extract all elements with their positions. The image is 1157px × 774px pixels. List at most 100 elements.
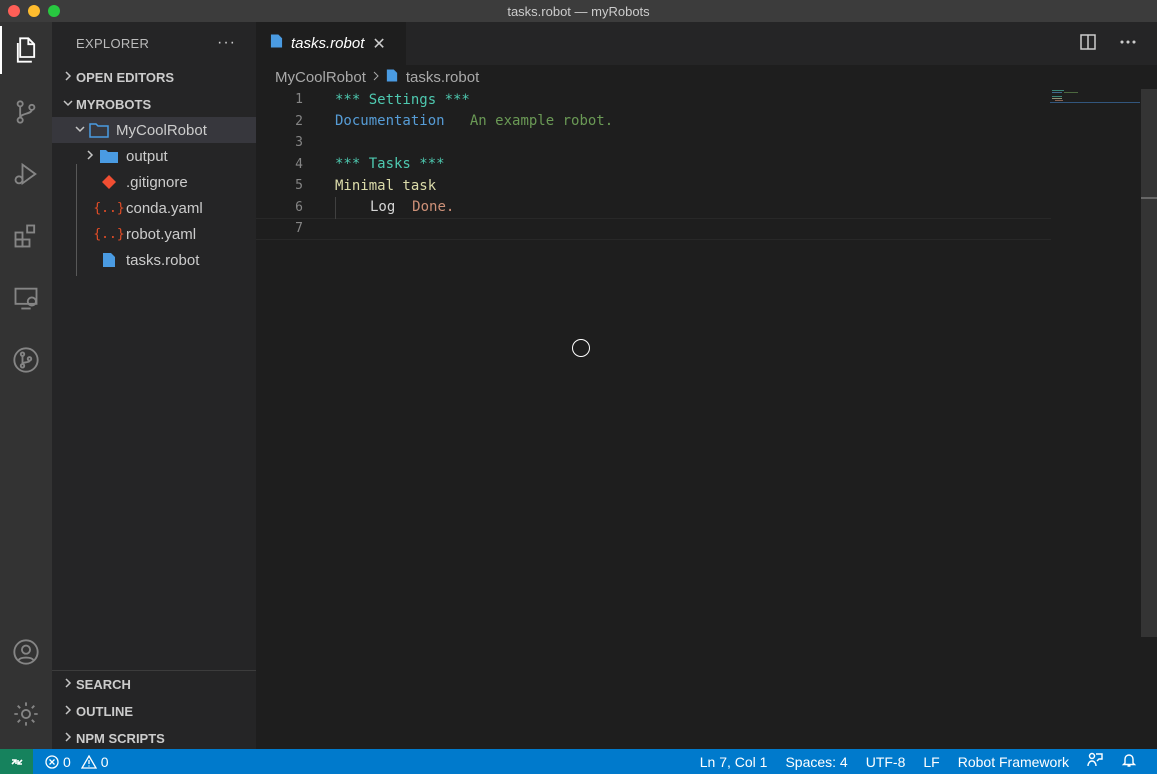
settings-gear-icon[interactable] — [0, 690, 52, 738]
indentation[interactable]: Spaces: 4 — [785, 754, 847, 770]
tree-file-conda-yaml[interactable]: {..} conda.yaml — [52, 195, 256, 221]
scrollbar-cursor-marker — [1141, 197, 1157, 199]
files-icon[interactable] — [0, 26, 52, 74]
window-controls — [8, 5, 60, 17]
explorer-title: EXPLORER — [76, 35, 150, 51]
open-editors-label: OPEN EDITORS — [76, 69, 175, 85]
tree-item-label: MyCoolRobot — [116, 121, 207, 139]
minimap[interactable] — [1050, 89, 1140, 109]
folder-icon — [98, 148, 120, 164]
line-text: Log Done. — [370, 199, 454, 215]
code-line: 4 *** Tasks *** — [256, 154, 1051, 176]
feedback-icon[interactable] — [1087, 752, 1103, 771]
tree-item-label: output — [126, 147, 168, 165]
line-text: Minimal task — [335, 177, 437, 194]
line-number: 7 — [295, 221, 303, 237]
encoding[interactable]: UTF-8 — [866, 754, 906, 770]
git-graph-icon[interactable] — [0, 336, 52, 384]
cursor-position[interactable]: Ln 7, Col 1 — [700, 754, 768, 770]
git-file-icon — [98, 174, 120, 190]
tree-file-robot-yaml[interactable]: {..} robot.yaml — [52, 221, 256, 247]
language-mode[interactable]: Robot Framework — [958, 754, 1069, 770]
tree-folder-output[interactable]: output — [52, 143, 256, 169]
error-count: 0 — [63, 753, 71, 770]
search-section-label: SEARCH — [76, 676, 131, 692]
code-line-current: 7 — [256, 218, 1051, 240]
explorer-header: EXPLORER ··· — [52, 22, 256, 64]
chevron-right-icon — [60, 70, 76, 84]
line-text: *** Tasks *** — [335, 156, 445, 173]
title-bar: tasks.robot — myRobots — [0, 0, 1157, 22]
outline-section-label: OUTLINE — [76, 703, 134, 719]
status-right-items: Ln 7, Col 1 Spaces: 4 UTF-8 LF Robot Fra… — [700, 749, 1137, 774]
outline-section[interactable]: OUTLINE — [52, 698, 256, 724]
line-number: 3 — [295, 135, 303, 151]
remote-indicator[interactable] — [0, 749, 33, 774]
breadcrumb-file[interactable]: tasks.robot — [406, 69, 479, 86]
more-actions-icon[interactable] — [1119, 33, 1137, 56]
line-text: Documentation An example robot. — [335, 113, 613, 129]
chevron-right-icon — [82, 149, 98, 163]
tree-item-label: .gitignore — [126, 173, 188, 191]
code-line: 5 Minimal task — [256, 175, 1051, 197]
line-number: 1 — [295, 92, 303, 108]
line-text: *** Settings *** — [335, 91, 470, 108]
window-title: tasks.robot — myRobots — [507, 3, 650, 19]
code-line: 2 Documentation An example robot. — [256, 111, 1051, 133]
tab-label: tasks.robot — [291, 35, 365, 52]
warning-count: 0 — [100, 753, 109, 770]
more-actions-icon[interactable]: ··· — [217, 34, 236, 52]
error-icon — [45, 754, 59, 769]
close-window-button[interactable] — [8, 5, 20, 17]
status-bar: 0 0 Ln 7, Col 1 Spaces: 4 UTF-8 LF Robot… — [0, 749, 1157, 774]
zoom-window-button[interactable] — [48, 5, 60, 17]
indent-guide — [335, 197, 336, 219]
remote-explorer-icon[interactable] — [0, 274, 52, 322]
tree-item-label: robot.yaml — [126, 225, 197, 243]
warning-icon — [80, 754, 97, 769]
file-icon — [98, 252, 120, 268]
close-icon[interactable]: ✕ — [372, 34, 385, 54]
notifications-bell-icon[interactable] — [1121, 752, 1137, 771]
run-debug-icon[interactable] — [0, 150, 52, 198]
tree-file-tasks-robot[interactable]: tasks.robot — [52, 247, 256, 273]
line-number: 6 — [295, 199, 303, 215]
chevron-down-icon — [60, 98, 76, 111]
npm-scripts-section-label: NPM SCRIPTS — [76, 730, 165, 746]
tree-folder-mycoolrobot[interactable]: MyCoolRobot — [52, 117, 256, 143]
chevron-right-icon — [60, 704, 76, 718]
workspace-section[interactable]: MYROBOTS — [52, 91, 256, 117]
sidebar-bottom-sections: SEARCH OUTLINE NPM SCRIPTS — [52, 670, 256, 751]
search-section[interactable]: SEARCH — [52, 671, 256, 697]
breadcrumb: MyCoolRobot tasks.robot — [256, 65, 479, 89]
source-control-icon[interactable] — [0, 88, 52, 136]
tree-item-label: tasks.robot — [126, 251, 200, 269]
setting-value: An example robot. — [469, 113, 614, 130]
editor-actions — [1079, 33, 1137, 56]
vertical-scrollbar[interactable] — [1141, 89, 1157, 637]
tree-file-gitignore[interactable]: .gitignore — [52, 169, 256, 195]
line-number: 4 — [295, 156, 303, 172]
mouse-cursor-icon — [572, 339, 590, 357]
code-line: 6 Log Done. — [256, 197, 1051, 219]
chevron-right-icon — [372, 70, 380, 84]
extensions-icon[interactable] — [0, 212, 52, 260]
remote-icon — [10, 758, 23, 765]
end-of-line[interactable]: LF — [923, 754, 939, 770]
activity-bar — [0, 22, 52, 749]
code-editor[interactable]: 1 *** Settings *** 2 Documentation An ex… — [256, 89, 1157, 749]
open-editors-section[interactable]: OPEN EDITORS — [52, 64, 256, 90]
yaml-file-icon: {..} — [93, 200, 125, 216]
split-editor-icon[interactable] — [1079, 33, 1097, 56]
explorer-sidebar: EXPLORER ··· OPEN EDITORS MYROBOTS MyCoo… — [52, 22, 256, 749]
yaml-file-icon: {..} — [93, 226, 125, 242]
code-line: 3 — [256, 132, 1051, 154]
npm-scripts-section[interactable]: NPM SCRIPTS — [52, 725, 256, 751]
tab-tasks-robot[interactable]: tasks.robot ✕ — [256, 22, 406, 65]
account-icon[interactable] — [0, 628, 52, 676]
minimize-window-button[interactable] — [28, 5, 40, 17]
problems-indicator[interactable]: 0 0 — [45, 754, 109, 770]
breadcrumb-folder[interactable]: MyCoolRobot — [275, 69, 366, 86]
